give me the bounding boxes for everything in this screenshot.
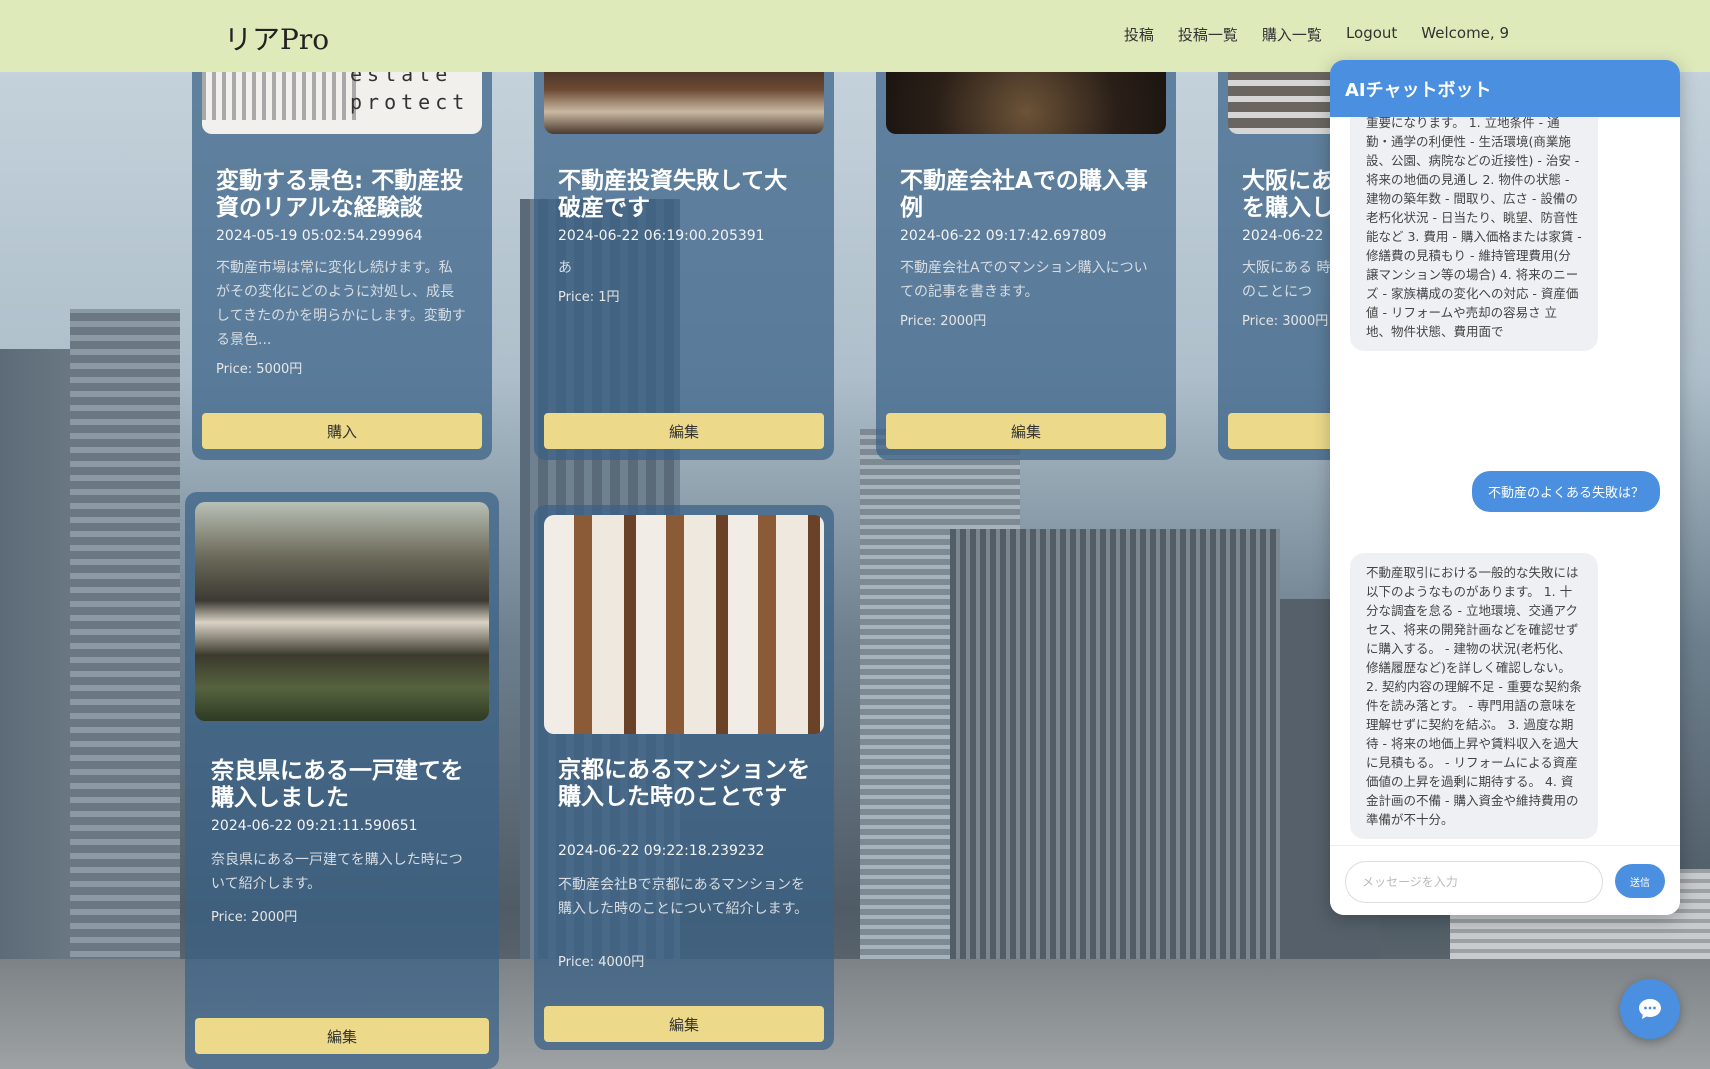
card-title: 奈良県にある一戸建てを購入しました (211, 758, 464, 811)
nav-links: 投稿 投稿一覧 購入一覧 Logout Welcome, 9 (1124, 24, 1509, 45)
nav-logout[interactable]: Logout (1346, 24, 1397, 45)
edit-button[interactable]: 編集 (886, 413, 1166, 449)
chat-toggle-button[interactable] (1620, 979, 1680, 1039)
post-card: 不動産会社Aでの購入事例 2024-06-22 09:17:42.697809 … (876, 60, 1176, 460)
card-image (195, 502, 489, 721)
card-price: Price: 1円 (558, 290, 620, 305)
card-price: Price: 5000円 (216, 362, 303, 377)
chat-input-area: 送信 (1330, 845, 1680, 915)
chatbot-panel: AIチャットボット 重要になります。 1. 立地条件 - 通勤・通学の利便性 -… (1330, 60, 1680, 915)
card-price: Price: 2000円 (211, 910, 298, 925)
nav-welcome: Welcome, 9 (1421, 24, 1509, 42)
card-date: 2024-06-22 09:22:18.239232 (558, 843, 765, 859)
post-card: 京都にあるマンションを購入した時のことです 2024-06-22 09:22:1… (534, 505, 834, 1050)
card-date: 2024-05-19 05:02:54.299964 (216, 228, 423, 244)
chat-bubble-icon (1639, 999, 1661, 1019)
purchase-button[interactable]: 購入 (202, 413, 482, 449)
user-message: 不動産のよくある失敗は？ (1471, 471, 1660, 512)
card-date: 2024-06-22 09:17:42.697809 (900, 228, 1107, 244)
edit-button[interactable]: 編集 (544, 413, 824, 449)
card-description: あ (558, 260, 572, 276)
card-price: Price: 2000円 (900, 314, 987, 329)
edit-button[interactable]: 編集 (195, 1018, 489, 1054)
nav-purchase-list[interactable]: 購入一覧 (1262, 24, 1322, 45)
chatbot-title: AIチャットボット (1330, 60, 1680, 117)
bot-message: 不動産取引における一般的な失敗には以下のようなものがあります。 1. 十分な調査… (1350, 553, 1598, 839)
card-date: 2024-06-22 06:19:00.205391 (558, 228, 765, 244)
card-price: Price: 4000円 (558, 955, 645, 970)
site-logo[interactable]: リアPro (224, 18, 329, 58)
card-description: 不動産会社Bで京都にあるマンションを購入した時のことについて紹介します。 (558, 877, 809, 917)
edit-button[interactable]: 編集 (544, 1006, 824, 1042)
bot-message: 重要になります。 1. 立地条件 - 通勤・通学の利便性 - 生活環境(商業施設… (1350, 117, 1598, 351)
post-card: estate protect 変動する景色: 不動産投資のリアルな経験談 202… (192, 60, 492, 460)
post-card: 不動産投資失敗して大破産です 2024-06-22 06:19:00.20539… (534, 60, 834, 460)
card-title: 不動産会社Aでの購入事例 (900, 168, 1148, 221)
card-description: 奈良県にある一戸建てを購入した時について紹介します。 (211, 852, 463, 892)
card-title: 不動産投資失敗して大破産です (558, 168, 788, 221)
card-description: 不動産市場は常に変化し続けます。私がその変化にどのように対処し、成長してきたのか… (216, 260, 466, 348)
card-date: 2024-06-22 (1242, 228, 1324, 244)
card-title: 変動する景色: 不動産投資のリアルな経験談 (216, 168, 464, 221)
background-building (70, 309, 180, 1069)
card-title: 大阪にあ を購入し (1242, 168, 1334, 221)
chat-message-input[interactable] (1345, 861, 1603, 903)
send-button[interactable]: 送信 (1615, 864, 1665, 898)
card-date: 2024-06-22 09:21:11.590651 (211, 818, 418, 834)
card-price: Price: 3000円 (1242, 314, 1329, 329)
nav-post[interactable]: 投稿 (1124, 24, 1154, 45)
post-card: 奈良県にある一戸建てを購入しました 2024-06-22 09:21:11.59… (185, 492, 499, 1069)
card-description: 不動産会社Aでのマンション購入についての記事を書きます。 (900, 260, 1148, 300)
nav-post-list[interactable]: 投稿一覧 (1178, 24, 1238, 45)
card-image (544, 515, 824, 734)
card-description: 大阪にある 時のことにつ (1242, 260, 1331, 300)
chat-messages[interactable]: 重要になります。 1. 立地条件 - 通勤・通学の利便性 - 生活環境(商業施設… (1330, 117, 1680, 900)
card-title: 京都にあるマンションを購入した時のことです (558, 757, 811, 810)
